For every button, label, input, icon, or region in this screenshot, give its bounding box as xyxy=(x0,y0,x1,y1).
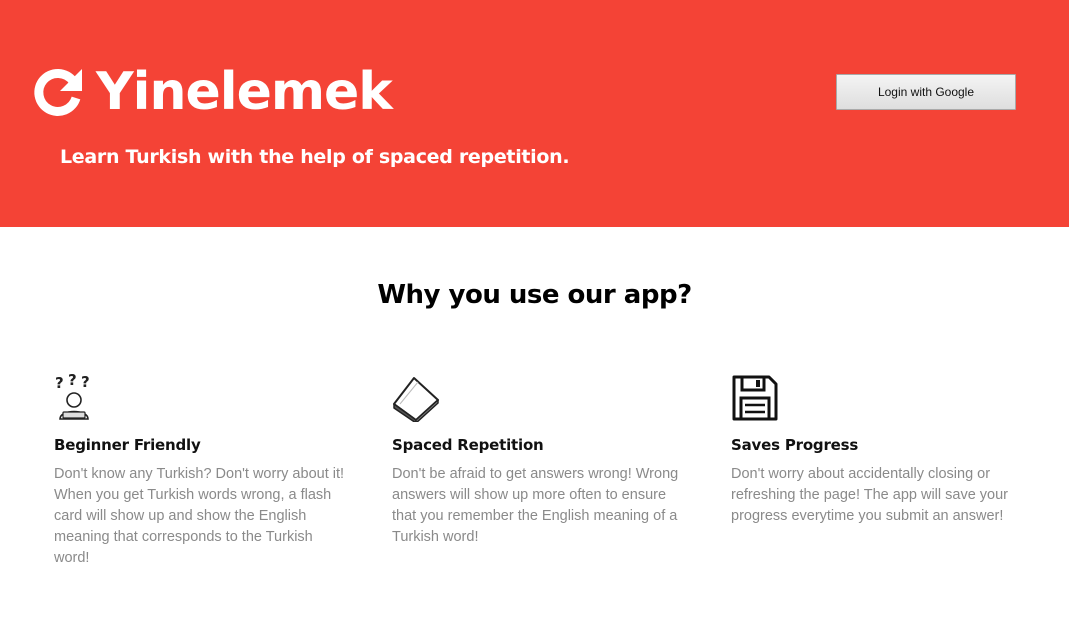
section-title: Why you use our app? xyxy=(377,280,692,310)
feature-spaced-repetition: Spaced Repetition Don't be afraid to get… xyxy=(392,374,682,548)
feature-heading: Spaced Repetition xyxy=(392,436,544,454)
flash-card-icon xyxy=(393,377,439,422)
confused-person-icon: ? ? ? xyxy=(55,374,90,420)
feature-description: Don't worry about accidentally closing o… xyxy=(731,466,1009,524)
svg-text:?: ? xyxy=(68,374,77,389)
feature-saves-progress: Saves Progress Don't worry about acciden… xyxy=(731,374,1021,527)
floppy-disk-icon xyxy=(732,375,778,421)
tagline: Learn Turkish with the help of spaced re… xyxy=(60,146,570,168)
svg-text:?: ? xyxy=(81,374,90,391)
login-with-google-button[interactable]: Login with Google xyxy=(836,74,1016,110)
feature-description: Don't be afraid to get answers wrong! Wr… xyxy=(392,466,679,545)
svg-text:?: ? xyxy=(55,374,64,392)
feature-description: Don't know any Turkish? Don't worry abou… xyxy=(54,466,345,566)
hero-header: Yinelemek Learn Turkish with the help of… xyxy=(0,0,1069,227)
refresh-arrow-icon xyxy=(34,68,82,116)
brand: Yinelemek xyxy=(32,60,393,124)
feature-beginner-friendly: ? ? ? Beginner Friendly Don't know any T… xyxy=(54,374,346,569)
app-title: Yinelemek xyxy=(96,62,393,122)
feature-heading: Beginner Friendly xyxy=(54,436,201,454)
feature-heading: Saves Progress xyxy=(731,436,859,454)
